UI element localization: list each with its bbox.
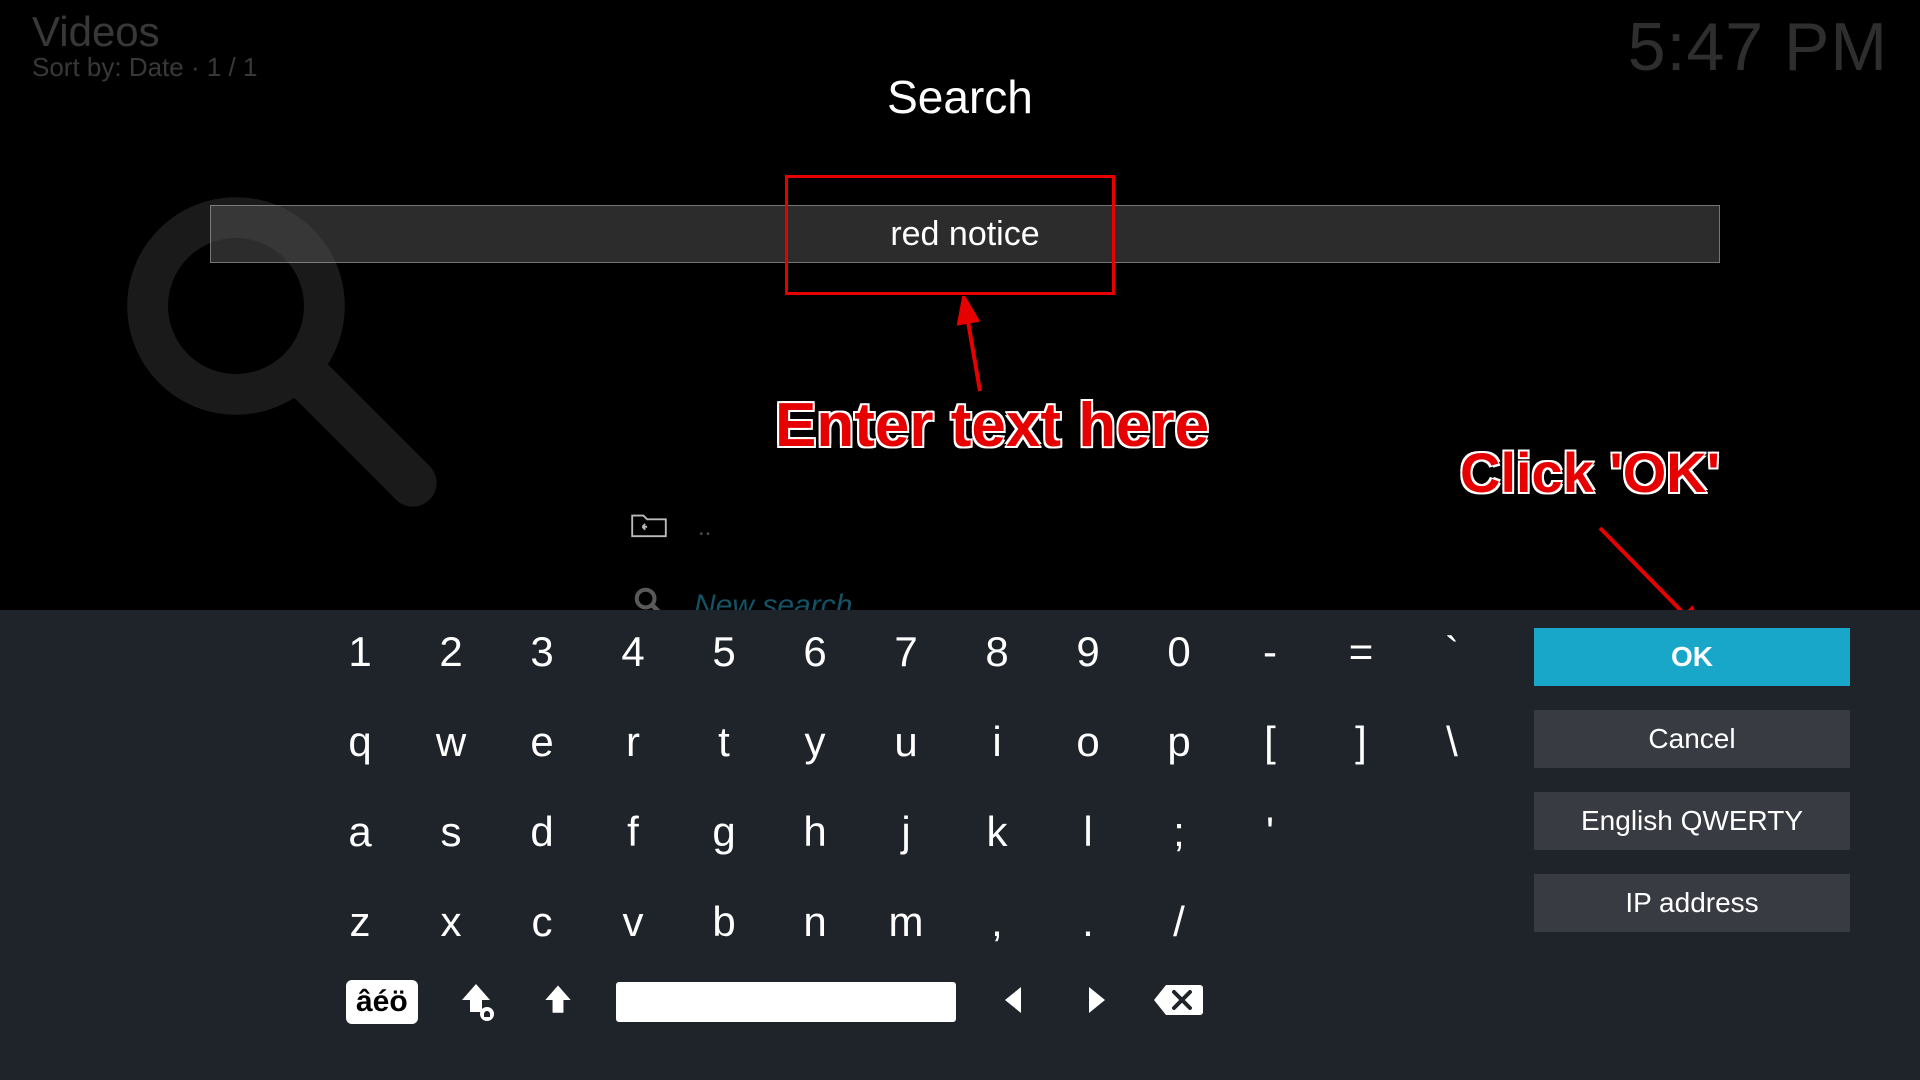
shift-icon (538, 980, 578, 1025)
key-equals[interactable]: = (1341, 628, 1381, 676)
cancel-button[interactable]: Cancel (1534, 710, 1850, 768)
key-backtick[interactable]: ` (1432, 628, 1472, 676)
key-backspace[interactable] (1154, 978, 1202, 1026)
key-shift[interactable] (534, 978, 582, 1026)
key-2[interactable]: 2 (431, 628, 471, 676)
key-9[interactable]: 9 (1068, 628, 1108, 676)
key-accents[interactable]: âéö (346, 980, 418, 1024)
key-capslock[interactable] (452, 978, 500, 1026)
folder-back-icon (630, 510, 668, 545)
key-i[interactable]: i (977, 718, 1017, 766)
keyboard-side-buttons: OK Cancel English QWERTY IP address (1534, 628, 1850, 932)
key-comma[interactable]: , (977, 898, 1017, 946)
keyboard-row-2: q w e r t y u i o p [ ] \ (340, 718, 1472, 766)
key-x[interactable]: x (431, 898, 471, 946)
keyboard-rows: 1 2 3 4 5 6 7 8 9 0 - = ` q w e r t y u … (340, 628, 1472, 946)
key-f[interactable]: f (613, 808, 653, 856)
search-input-value: red notice (211, 215, 1719, 254)
keyboard-row-4: z x c v b n m , . / (340, 898, 1472, 946)
keyboard-row-1: 1 2 3 4 5 6 7 8 9 0 - = ` (340, 628, 1472, 676)
key-q[interactable]: q (340, 718, 380, 766)
key-m[interactable]: m (886, 898, 926, 946)
key-a[interactable]: a (340, 808, 380, 856)
key-period[interactable]: . (1068, 898, 1108, 946)
list-item-back[interactable]: .. (630, 510, 711, 545)
key-d[interactable]: d (522, 808, 562, 856)
key-cursor-right[interactable] (1072, 978, 1120, 1026)
ip-address-button[interactable]: IP address (1534, 874, 1850, 932)
key-g[interactable]: g (704, 808, 744, 856)
list-item-label: .. (698, 514, 711, 542)
key-h[interactable]: h (795, 808, 835, 856)
key-0[interactable]: 0 (1159, 628, 1199, 676)
backspace-icon (1152, 981, 1204, 1024)
key-c[interactable]: c (522, 898, 562, 946)
keyboard-bottom-row: âéö (346, 978, 1202, 1026)
key-minus[interactable]: - (1250, 628, 1290, 676)
key-apostrophe[interactable]: ' (1250, 808, 1290, 856)
key-6[interactable]: 6 (795, 628, 835, 676)
key-k[interactable]: k (977, 808, 1017, 856)
key-space[interactable] (616, 982, 956, 1022)
key-l[interactable]: l (1068, 808, 1108, 856)
key-5[interactable]: 5 (704, 628, 744, 676)
key-semicolon[interactable]: ; (1159, 808, 1199, 856)
key-r[interactable]: r (613, 718, 653, 766)
key-backslash[interactable]: \ (1432, 718, 1472, 766)
key-o[interactable]: o (1068, 718, 1108, 766)
key-8[interactable]: 8 (977, 628, 1017, 676)
key-t[interactable]: t (704, 718, 744, 766)
key-slash[interactable]: / (1159, 898, 1199, 946)
key-b[interactable]: b (704, 898, 744, 946)
key-z[interactable]: z (340, 898, 380, 946)
search-input[interactable]: red notice (210, 205, 1720, 263)
key-p[interactable]: p (1159, 718, 1199, 766)
key-u[interactable]: u (886, 718, 926, 766)
key-n[interactable]: n (795, 898, 835, 946)
key-s[interactable]: s (431, 808, 471, 856)
key-bracket-open[interactable]: [ (1250, 718, 1290, 766)
keyboard-layout-button[interactable]: English QWERTY (1534, 792, 1850, 850)
key-4[interactable]: 4 (613, 628, 653, 676)
key-y[interactable]: y (795, 718, 835, 766)
key-e[interactable]: e (522, 718, 562, 766)
key-bracket-close[interactable]: ] (1341, 718, 1381, 766)
key-v[interactable]: v (613, 898, 653, 946)
key-3[interactable]: 3 (522, 628, 562, 676)
key-j[interactable]: j (886, 808, 926, 856)
dialog-title: Search (0, 70, 1920, 124)
triangle-right-icon (1079, 983, 1113, 1022)
onscreen-keyboard: 1 2 3 4 5 6 7 8 9 0 - = ` q w e r t y u … (0, 610, 1920, 1080)
annotation-click-ok: Click 'OK' (1460, 440, 1720, 505)
ok-button[interactable]: OK (1534, 628, 1850, 686)
keyboard-row-3: a s d f g h j k l ; ' (340, 808, 1472, 856)
key-1[interactable]: 1 (340, 628, 380, 676)
key-cursor-left[interactable] (990, 978, 1038, 1026)
key-7[interactable]: 7 (886, 628, 926, 676)
section-title: Videos (32, 8, 257, 56)
triangle-left-icon (997, 983, 1031, 1022)
key-w[interactable]: w (431, 718, 471, 766)
caps-lock-icon (454, 978, 498, 1027)
annotation-enter-text: Enter text here (775, 390, 1209, 461)
